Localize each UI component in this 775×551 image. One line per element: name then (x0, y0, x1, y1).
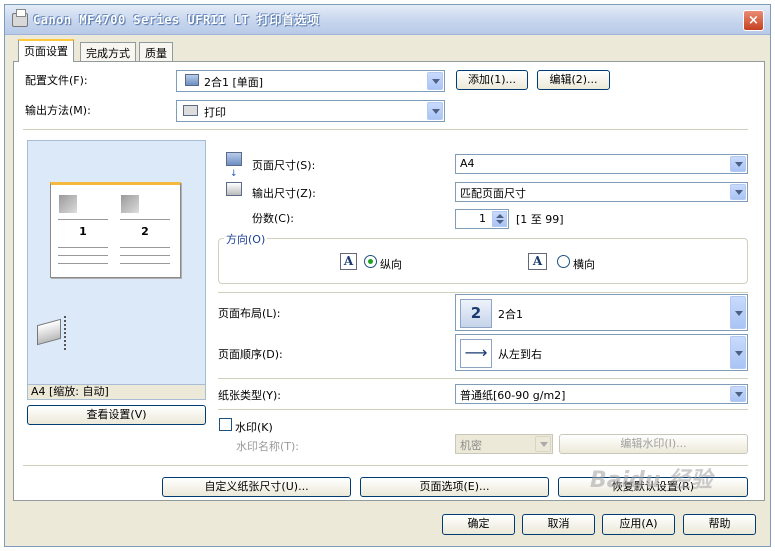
orientation-group (218, 238, 748, 284)
preview-page-2: 2 (117, 195, 173, 271)
title-bar[interactable]: Canon MF4700 Series UFRII LT 打印首选项 × (5, 5, 770, 35)
ok-button[interactable]: 确定 (442, 514, 515, 535)
printer-icon (12, 9, 28, 27)
edit-profile-button[interactable]: 编辑(2)... (537, 70, 610, 90)
page-size-value: A4 (460, 157, 475, 170)
tab-finishing[interactable]: 完成方式 (80, 42, 136, 61)
divider (218, 378, 748, 379)
paper-type-value: 普通纸[60-90 g/m2] (460, 389, 566, 402)
copies-stepper[interactable]: 1 (455, 209, 509, 229)
output-size-select[interactable]: 匹配页面尺寸 (455, 182, 748, 202)
edit-watermark-button[interactable]: 编辑水印(I)... (559, 434, 748, 454)
output-size-value: 匹配页面尺寸 (460, 187, 526, 200)
chevron-down-icon[interactable] (730, 336, 746, 369)
custom-paper-size-button[interactable]: 自定义纸张尺寸(U)... (162, 477, 351, 497)
page-image-icon (121, 195, 139, 213)
cancel-button[interactable]: 取消 (522, 514, 595, 535)
window-title: Canon MF4700 Series UFRII LT 打印首选项 (33, 13, 320, 27)
page-image-icon (59, 195, 77, 213)
profile-value: 2合1 [单面] (204, 76, 264, 89)
divider (23, 129, 748, 130)
watermark-checkbox-label[interactable]: 水印(K) (235, 419, 273, 435)
output-size-icon (226, 182, 242, 196)
page-layout-select[interactable]: 2 2合1 (455, 294, 748, 331)
landscape-icon: A (528, 253, 547, 270)
page-layout-label: 页面布局(L): (218, 307, 281, 320)
paper-type-select[interactable]: 普通纸[60-90 g/m2] (455, 384, 748, 404)
spin-up-down-icon[interactable] (492, 211, 507, 227)
output-size-label: 输出尺寸(Z): (252, 187, 316, 200)
help-button[interactable]: 帮助 (683, 514, 756, 535)
watermark-checkbox[interactable] (219, 418, 232, 431)
page-options-button[interactable]: 页面选项(E)... (360, 477, 549, 497)
preview-sheet: 1 2 (50, 182, 181, 278)
chevron-down-icon[interactable] (730, 296, 746, 329)
page-number: 2 (141, 225, 149, 238)
copies-value: 1 (479, 212, 486, 225)
page-order-label: 页面顺序(D): (218, 348, 283, 361)
watermark-name-value: 机密 (460, 439, 482, 452)
page-size-icon (226, 152, 242, 166)
chevron-down-icon[interactable] (730, 156, 746, 172)
chevron-down-icon[interactable] (730, 386, 746, 402)
staple-line-icon (64, 316, 67, 350)
tab-page-setup[interactable]: 页面设置 (18, 39, 74, 62)
page-size-select[interactable]: A4 (455, 154, 748, 174)
page-layout-value: 2合1 (498, 308, 523, 321)
output-method-value: 打印 (204, 106, 226, 119)
chevron-down-icon[interactable] (427, 102, 443, 120)
add-profile-button[interactable]: 添加(1)... (456, 70, 528, 90)
arrow-down-icon: ↓ (230, 169, 238, 179)
page-number: 1 (79, 225, 87, 238)
profile-icon (185, 74, 199, 86)
profile-select[interactable]: 2合1 [单面] (176, 70, 445, 92)
profile-label: 配置文件(F): (25, 74, 88, 87)
portrait-label[interactable]: 纵向 (380, 256, 402, 272)
divider (218, 409, 748, 410)
apply-button[interactable]: 应用(A) (602, 514, 675, 535)
printer-small-icon (183, 105, 198, 116)
watermark-name-select[interactable]: 机密 (455, 434, 553, 454)
portrait-radio[interactable] (364, 255, 377, 268)
layout-2in1-icon: 2 (460, 299, 492, 328)
orientation-label: 方向(O) (224, 231, 268, 247)
page-size-label: 页面尺寸(S): (252, 159, 316, 172)
preview-status: A4 [缩放: 自动] (27, 384, 206, 400)
view-settings-button[interactable]: 查看设置(V) (27, 405, 206, 425)
chevron-down-icon[interactable] (535, 436, 551, 452)
page-order-select[interactable]: ⟶ 从左到右 (455, 334, 748, 371)
tab-quality[interactable]: 质量 (139, 42, 173, 61)
landscape-label[interactable]: 横向 (573, 256, 595, 272)
paper-type-label: 纸张类型(Y): (218, 389, 282, 402)
page-order-value: 从左到右 (498, 348, 542, 361)
portrait-icon: A (340, 253, 357, 270)
chevron-down-icon[interactable] (730, 184, 746, 200)
close-button[interactable]: × (743, 10, 764, 31)
output-method-label: 输出方法(M): (25, 104, 91, 117)
divider (218, 292, 748, 293)
arrow-right-icon: ⟶ (460, 339, 492, 368)
copies-label: 份数(C): (252, 212, 294, 225)
baidu-watermark: Baidu 经验 (590, 468, 713, 493)
landscape-radio[interactable] (557, 255, 570, 268)
watermark-name-label: 水印名称(T): (236, 440, 300, 453)
chevron-down-icon[interactable] (427, 72, 443, 90)
preview-page-1: 1 (55, 195, 111, 271)
output-method-select[interactable]: 打印 (176, 100, 445, 122)
copies-range: [1 至 99] (516, 213, 564, 226)
